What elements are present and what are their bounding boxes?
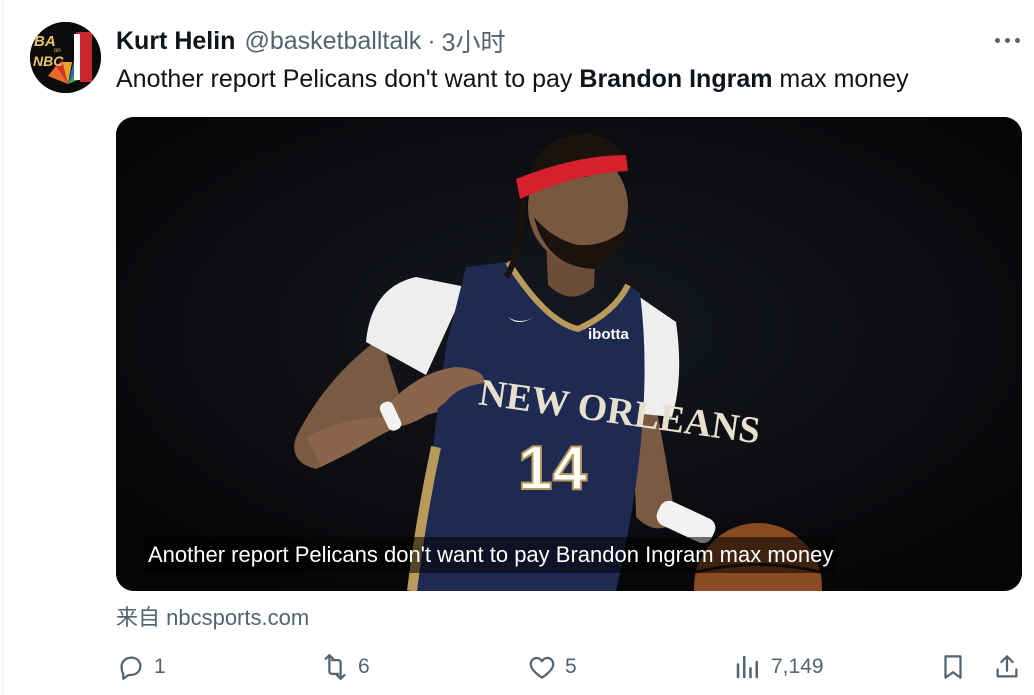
views-count: 7,149 (771, 655, 824, 678)
avatar[interactable]: BA on NBC (30, 22, 101, 93)
card-source[interactable]: 来自 nbcsports.com (116, 600, 309, 632)
timeline-border (2, 0, 3, 695)
reply-icon (120, 656, 142, 680)
more-icon[interactable] (990, 28, 1024, 52)
tweet-header: Kurt Helin @basketballtalk · 3小时 (116, 24, 506, 58)
like-count: 5 (565, 655, 577, 678)
tweet-text-suffix: max money (772, 65, 909, 93)
reply-count: 1 (154, 655, 166, 678)
views-icon (736, 655, 758, 679)
avatar-text-bottom: NBC (33, 53, 64, 69)
retweet-count: 6 (358, 655, 370, 678)
bookmark-button[interactable] (938, 647, 968, 687)
avatar-text-top: BA (34, 33, 56, 50)
card-caption: Another report Pelicans don't want to pa… (144, 537, 838, 573)
bookmark-icon (944, 655, 962, 679)
like-button[interactable]: 5 (527, 647, 577, 687)
link-card[interactable]: ibotta NEW ORLEANS 14 Another report Pel… (116, 117, 1022, 591)
tweet-text: Another report Pelicans don't want to pa… (116, 63, 909, 95)
tweet-text-bold: Brandon Ingram (579, 65, 773, 93)
timestamp[interactable]: 3小时 (442, 23, 506, 59)
retweet-icon (324, 654, 346, 680)
like-icon (529, 656, 555, 679)
jersey-number: 14 (518, 434, 587, 503)
author-handle[interactable]: @basketballtalk (244, 27, 421, 56)
share-button[interactable] (992, 647, 1022, 687)
card-image: ibotta NEW ORLEANS 14 (116, 117, 1022, 591)
views-button[interactable]: 7,149 (733, 647, 824, 687)
jersey-sponsor: ibotta (588, 326, 629, 343)
retweet-button[interactable]: 6 (320, 647, 370, 687)
author-name[interactable]: Kurt Helin (116, 27, 235, 56)
share-icon (996, 655, 1018, 678)
separator-dot: · (427, 26, 436, 55)
nbc-nba-logo: BA on NBC (30, 22, 101, 93)
reply-button[interactable]: 1 (116, 647, 166, 687)
tweet-text-prefix: Another report Pelicans don't want to pa… (116, 65, 580, 93)
action-bar: 1 6 5 7,149 (0, 647, 1034, 687)
